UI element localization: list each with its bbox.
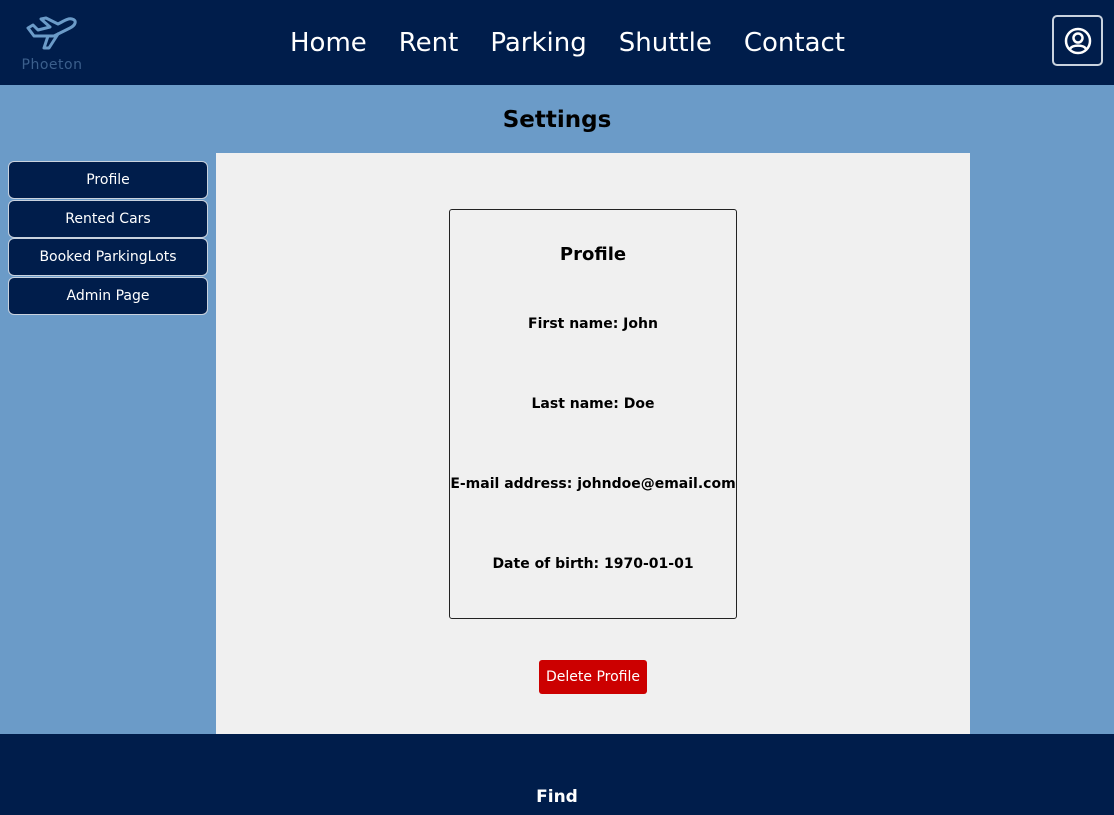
nav-contact[interactable]: Contact: [744, 24, 845, 62]
nav-rent[interactable]: Rent: [399, 24, 459, 62]
delete-profile-button[interactable]: Delete Profile: [539, 660, 647, 694]
main-content: Profile First name: John Last name: Doe …: [216, 153, 970, 734]
airplane-icon: [26, 16, 77, 50]
sidebar-item-booked-parkinglots[interactable]: Booked ParkingLots: [8, 238, 208, 276]
last-name-field: Last name: Doe: [531, 396, 655, 412]
first-name-field: First name: John: [528, 316, 658, 332]
nav-home[interactable]: Home: [290, 24, 367, 62]
nav-parking[interactable]: Parking: [490, 24, 586, 62]
navbar: Phoeton Home Rent Parking Shuttle Contac…: [0, 0, 1114, 85]
user-account-button[interactable]: [1052, 15, 1103, 66]
profile-card-title: Profile: [559, 244, 627, 265]
date-of-birth-field: Date of birth: 1970-01-01: [492, 556, 694, 572]
email-field: E-mail address: johndoe@email.com: [450, 476, 736, 492]
sidebar-item-profile[interactable]: Profile: [8, 161, 208, 199]
settings-sidebar: Profile Rented Cars Booked ParkingLots A…: [8, 161, 208, 315]
footer-find-text: Find: [536, 787, 578, 807]
profile-card: Profile First name: John Last name: Doe …: [449, 209, 737, 619]
nav-links: Home Rent Parking Shuttle Contact: [290, 24, 877, 62]
brand-name: Phoeton: [21, 57, 83, 73]
user-circle-icon: [1064, 27, 1091, 54]
page-title: Settings: [502, 107, 612, 133]
sidebar-item-rented-cars[interactable]: Rented Cars: [8, 199, 208, 238]
logo[interactable]: Phoeton: [14, 12, 90, 76]
nav-shuttle[interactable]: Shuttle: [619, 24, 712, 62]
sidebar-item-admin-page[interactable]: Admin Page: [8, 276, 208, 315]
footer: Find: [0, 734, 1114, 815]
settings-header: Settings: [0, 85, 1114, 153]
